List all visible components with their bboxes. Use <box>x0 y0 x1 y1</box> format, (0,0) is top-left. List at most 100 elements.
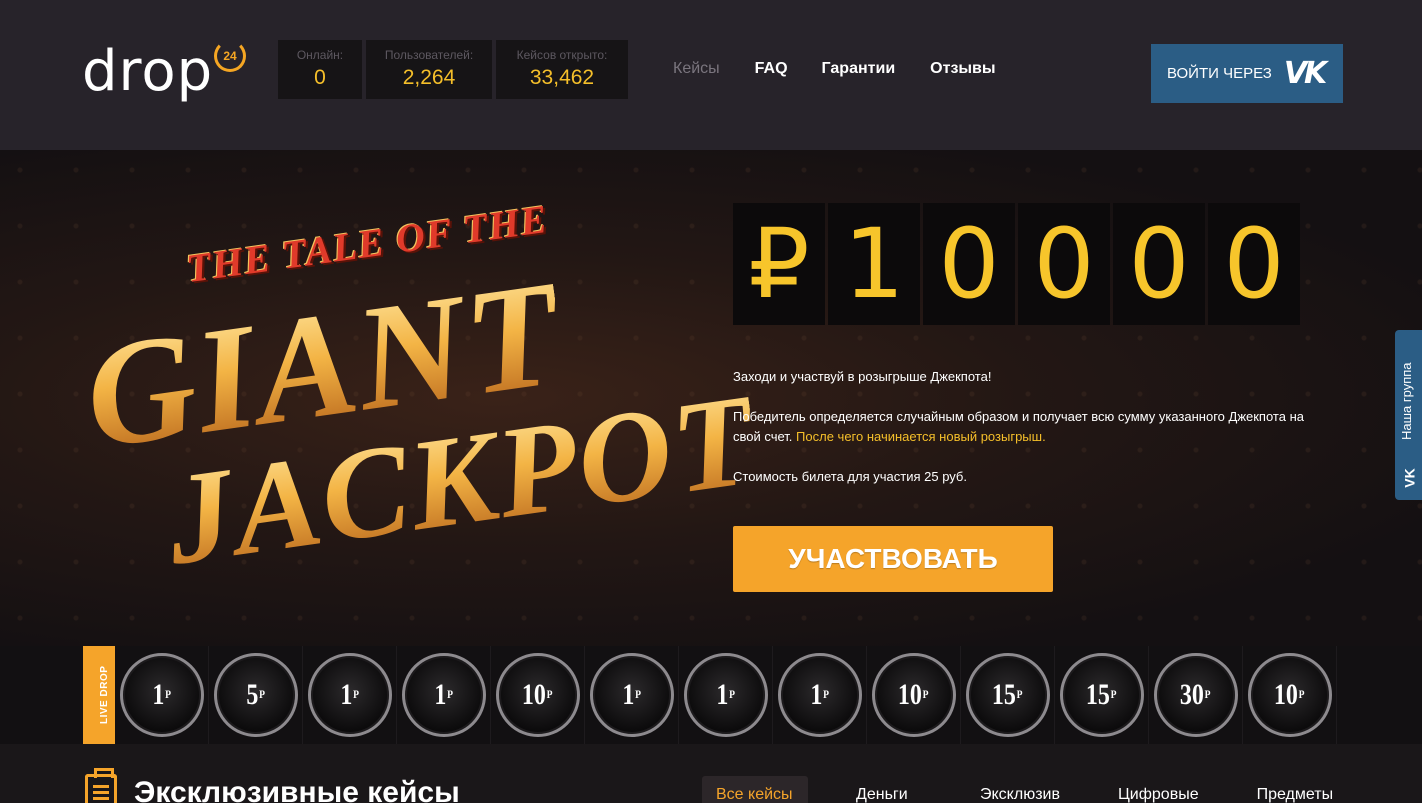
coin-badge: 15Р <box>965 653 1050 737</box>
coin-currency: Р <box>1204 687 1211 701</box>
description-paragraph: Победитель определяется случайным образо… <box>733 407 1313 447</box>
coin-value: 30Р <box>1180 678 1211 712</box>
logo-badge: 24 <box>214 40 246 72</box>
case-filters: Все кейсы Деньги Эксклюзив Цифровые Пред… <box>702 776 1347 803</box>
counter-digit: 0 <box>1018 203 1110 325</box>
nav-reviews[interactable]: Отзывы <box>930 60 995 78</box>
live-drop-item[interactable]: 10Р <box>867 646 961 744</box>
live-drop-item[interactable]: 30Р <box>1149 646 1243 744</box>
filter-digital[interactable]: Цифровые <box>1104 776 1213 803</box>
coin-currency: Р <box>822 687 829 701</box>
site-header: drop 24 Онлайн: 0 Пользователей: 2,264 К… <box>0 0 1422 150</box>
live-drop-item[interactable]: 1Р <box>585 646 679 744</box>
nav-cases[interactable]: Кейсы <box>673 60 720 78</box>
stat-value: 33,462 <box>529 66 595 89</box>
description-highlight: После чего начинается новый розыгрыш. <box>796 429 1046 444</box>
clipboard-icon <box>85 768 117 803</box>
coin-value: 1Р <box>152 678 171 712</box>
ticket-price-text: Стоимость билета для участия 25 руб. <box>733 469 967 484</box>
coin-value: 1Р <box>716 678 735 712</box>
coin-amount: 10 <box>1274 678 1299 711</box>
coin-currency: Р <box>546 687 553 701</box>
filter-all[interactable]: Все кейсы <box>702 776 808 803</box>
live-drop-item[interactable]: 1Р <box>679 646 773 744</box>
coin-currency: Р <box>634 687 641 701</box>
coin-value: 1Р <box>622 678 641 712</box>
vk-login-label: ВОЙТИ ЧЕРЕЗ <box>1167 65 1272 82</box>
coin-badge: 1Р <box>683 653 768 737</box>
stat-value: 0 <box>314 66 326 89</box>
coin-currency: Р <box>164 687 171 701</box>
live-drop-bar: LIVE DROP 1Р 5Р 1Р 1Р 10Р 1Р 1Р 1Р 10Р 15Р 15Р 30Р 1… <box>0 646 1422 744</box>
stats-panel: Онлайн: 0 Пользователей: 2,264 Кейсов от… <box>278 40 628 99</box>
jackpot-hero: THE TALE OF THE GIANT JACKPOT ₽ 1 0 0 0 … <box>0 150 1422 646</box>
live-drop-items: 1Р 5Р 1Р 1Р 10Р 1Р 1Р 1Р 10Р 15Р 15Р 30Р 10Р <box>115 646 1337 744</box>
coin-value: 10Р <box>522 678 553 712</box>
counter-digit: 0 <box>923 203 1015 325</box>
description-line: Заходи и участвуй в розыгрыше Джекпота! <box>733 369 992 384</box>
coin-amount: 30 <box>1180 678 1205 711</box>
counter-digit: 1 <box>828 203 920 325</box>
coin-amount: 10 <box>522 678 547 711</box>
jackpot-counter: ₽ 1 0 0 0 0 <box>733 203 1300 325</box>
stat-online: Онлайн: 0 <box>278 40 362 99</box>
logo-text: drop <box>82 39 214 104</box>
coin-currency: Р <box>1110 687 1117 701</box>
filter-items[interactable]: Предметы <box>1243 776 1347 803</box>
live-drop-item[interactable]: 15Р <box>1055 646 1149 744</box>
coin-amount: 1 <box>434 678 447 711</box>
live-drop-item[interactable]: 1Р <box>303 646 397 744</box>
coin-currency: Р <box>1016 687 1023 701</box>
coin-value: 5Р <box>246 678 265 712</box>
live-drop-item[interactable]: 5Р <box>209 646 303 744</box>
coin-value: 15Р <box>992 678 1023 712</box>
coin-amount: 1 <box>810 678 823 711</box>
nav-guarantees[interactable]: Гарантии <box>822 60 896 78</box>
stat-label: Онлайн: <box>296 48 344 62</box>
stat-label: Кейсов открыто: <box>516 48 608 62</box>
giant-jackpot-logo: THE TALE OF THE GIANT JACKPOT <box>75 196 764 593</box>
live-drop-item[interactable]: 10Р <box>1243 646 1337 744</box>
live-drop-item[interactable]: 15Р <box>961 646 1055 744</box>
jackpot-description: Заходи и участвуй в розыгрыше Джекпота! … <box>733 367 1313 507</box>
coin-currency: Р <box>728 687 735 701</box>
coin-badge: 30Р <box>1153 653 1238 737</box>
coin-badge: 15Р <box>1059 653 1144 737</box>
main-nav: Кейсы FAQ Гарантии Отзывы <box>673 60 996 78</box>
nav-faq[interactable]: FAQ <box>755 60 788 78</box>
stat-cases-opened: Кейсов открыто: 33,462 <box>496 40 628 99</box>
coin-amount: 5 <box>246 678 259 711</box>
coin-badge: 1Р <box>307 653 392 737</box>
coin-badge: 1Р <box>589 653 674 737</box>
filter-exclusive[interactable]: Эксклюзив <box>966 776 1074 803</box>
vk-group-label: Наша группа <box>1399 362 1414 440</box>
logo[interactable]: drop 24 <box>82 38 252 108</box>
coin-value: 1Р <box>810 678 829 712</box>
coin-amount: 1 <box>622 678 635 711</box>
counter-digit: 0 <box>1208 203 1300 325</box>
participate-button[interactable]: УЧАСТВОВАТЬ <box>733 526 1053 592</box>
vk-icon: VK <box>1283 56 1328 91</box>
live-drop-item[interactable]: 1Р <box>397 646 491 744</box>
coin-currency: Р <box>1298 687 1305 701</box>
exclusive-cases-section: Эксклюзивные кейсы Все кейсы Деньги Экск… <box>0 744 1422 803</box>
live-drop-tag: LIVE DROP <box>83 646 115 744</box>
counter-digit: 0 <box>1113 203 1205 325</box>
stat-value: 2,264 <box>402 66 456 89</box>
filter-money[interactable]: Деньги <box>842 776 946 803</box>
coin-badge: 1Р <box>401 653 486 737</box>
coin-amount: 15 <box>1086 678 1111 711</box>
live-drop-item[interactable]: 1Р <box>773 646 867 744</box>
stat-users: Пользователей: 2,264 <box>366 40 492 99</box>
coin-badge: 1Р <box>119 653 204 737</box>
coin-amount: 15 <box>992 678 1017 711</box>
coin-currency: Р <box>922 687 929 701</box>
live-drop-item[interactable]: 10Р <box>491 646 585 744</box>
live-drop-item[interactable]: 1Р <box>115 646 209 744</box>
coin-currency: Р <box>446 687 453 701</box>
coin-amount: 10 <box>898 678 923 711</box>
vk-login-button[interactable]: ВОЙТИ ЧЕРЕЗ VK <box>1151 44 1343 103</box>
coin-badge: 10Р <box>495 653 580 737</box>
section-title: Эксклюзивные кейсы <box>134 776 460 803</box>
coin-badge: 1Р <box>777 653 862 737</box>
